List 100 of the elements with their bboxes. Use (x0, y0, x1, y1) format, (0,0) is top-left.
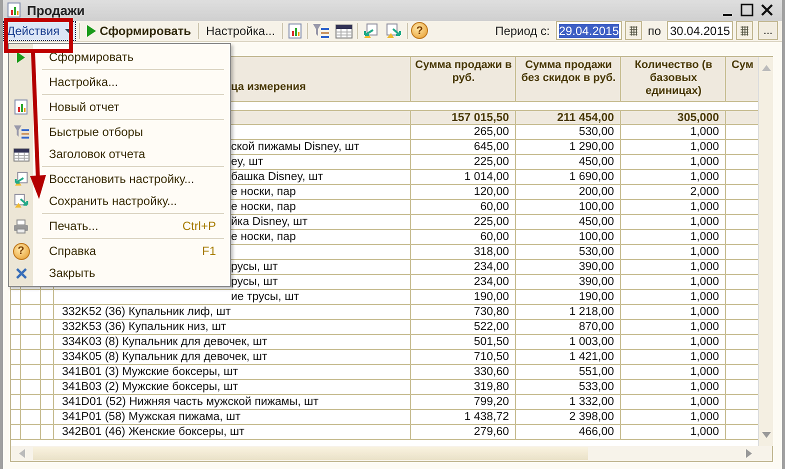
table-cell: 1 218,00 (569, 306, 614, 318)
help-icon: ? (12, 242, 30, 260)
table-cell: 341B03 (2) Мужские боксеры, шт (62, 381, 238, 393)
menu-item[interactable]: Закрыть (9, 262, 230, 284)
generate-button[interactable]: Сформировать (82, 20, 195, 41)
close-icon[interactable] (760, 3, 774, 18)
table-cell: 332K52 (36) Купальник лиф, шт (62, 306, 231, 318)
menu-item[interactable]: Восстановить настройку... (9, 168, 230, 190)
table-cell: 799,20 (474, 396, 509, 408)
table-cell: 1,000 (690, 276, 719, 288)
highlight-frame (4, 18, 73, 53)
table-cell: 341D01 (52) Нижняя часть мужской пижамы, шт (62, 396, 318, 408)
menu-item[interactable]: Печать... Ctrl+P (9, 215, 230, 237)
help-icon[interactable]: ? (411, 22, 428, 40)
maximize-icon[interactable] (740, 3, 754, 18)
table-cell: 1,000 (690, 411, 719, 423)
table-cell: 1,000 (690, 351, 719, 363)
period-select-button[interactable]: ... (758, 21, 778, 40)
table-cell: 334K05 (8) Купальник для девочек, шт (62, 351, 268, 363)
report-icon (14, 99, 28, 115)
report-icon (7, 2, 21, 18)
calendar-icon[interactable] (624, 21, 642, 40)
table-cell: 190,00 (474, 291, 509, 303)
menu-item[interactable]: Быстрые отборы (9, 121, 230, 143)
table-cell: 265,00 (474, 126, 509, 138)
table-cell: русы, шт (231, 261, 278, 273)
menu-item[interactable]: ? Справка F1 (9, 240, 230, 262)
restore-settings-icon (12, 171, 30, 187)
table-cell: 330,60 (474, 366, 509, 378)
filter-icon[interactable] (312, 22, 330, 39)
table-cell: 341B01 (3) Мужские боксеры, шт (62, 366, 238, 378)
column-header: Сумма продажи в руб. (414, 59, 513, 85)
table-cell: йка Disney, шт (231, 216, 308, 228)
table-cell: ской пижамы Disney, шт (231, 141, 360, 153)
table-cell: 318,00 (474, 246, 509, 258)
table-cell: 1,000 (690, 126, 719, 138)
table-cell: 1 003,00 (569, 336, 614, 348)
save-settings-icon[interactable] (385, 22, 404, 39)
date-from-field[interactable]: 29.04.2015 (556, 21, 622, 40)
table-cell: 279,60 (474, 426, 509, 438)
table-cell: 551,00 (578, 366, 614, 378)
menu-item[interactable]: Сохранить настройку... (9, 190, 230, 212)
table-cell: 234,00 (474, 276, 509, 288)
calendar-icon[interactable] (736, 21, 753, 40)
table-cell: 234,00 (474, 261, 509, 273)
scroll-right-icon[interactable] (746, 449, 752, 458)
menu-item[interactable]: Заголовок отчета (9, 143, 230, 165)
table-cell: русы, шт (231, 276, 278, 288)
table-cell: 1 014,00 (464, 171, 509, 183)
table-cell: 60,00 (480, 231, 509, 243)
report-icon[interactable] (287, 22, 304, 39)
table-cell: 530,00 (578, 126, 614, 138)
table-cell: 1,000 (690, 201, 719, 213)
total-cell: 305,000 (677, 112, 719, 124)
table-cell: 450,00 (578, 216, 614, 228)
table-cell: 332K53 (36) Купальник низ, шт (62, 321, 226, 333)
total-cell: 211 454,00 (557, 112, 614, 124)
table-cell: 533,00 (578, 381, 614, 393)
menu-item[interactable]: Настройка... (9, 71, 230, 93)
table-cell: 870,00 (578, 321, 614, 333)
table-cell: 100,00 (578, 231, 614, 243)
menu-item[interactable]: Сформировать (9, 46, 230, 68)
table-cell: 1 290,00 (569, 141, 614, 153)
table-cell: 319,80 (474, 381, 509, 393)
table-cell: 1,000 (690, 141, 719, 153)
table-cell: 1 332,00 (569, 396, 614, 408)
menu-item[interactable]: Новый отчет (9, 96, 230, 118)
horizontal-scrollbar[interactable] (10, 446, 773, 462)
table-cell: 1,000 (690, 291, 719, 303)
table-cell: е носки, пар (231, 231, 296, 243)
vertical-scrollbar[interactable] (758, 57, 773, 446)
play-icon (86, 24, 96, 37)
table-cell: 645,00 (474, 141, 509, 153)
column-header: ца измерения (231, 81, 306, 93)
table-cell: 522,00 (474, 321, 509, 333)
column-header: Количество (в базовых единицах) (634, 59, 714, 98)
total-cell: 157 015,50 (451, 112, 509, 124)
settings-button[interactable]: Настройка... (202, 20, 280, 41)
table-cell: 342B01 (46) Женские боксеры, шт (62, 426, 244, 438)
play-icon (17, 52, 25, 62)
table-cell: е носки, пар (231, 186, 296, 198)
printer-icon (13, 218, 29, 234)
table-cell: 530,00 (578, 246, 614, 258)
table-cell: 1,000 (690, 381, 719, 393)
close-icon (16, 268, 26, 278)
table-header-icon[interactable] (335, 22, 354, 39)
table-cell: 341P01 (58) Мужская пижама, шт (62, 411, 241, 423)
table-cell: 2,000 (690, 186, 719, 198)
window-title: Продажи (27, 2, 85, 18)
table-cell: ие трусы, шт (231, 291, 300, 303)
table-cell: 1,000 (690, 321, 719, 333)
caret-icon (64, 28, 72, 33)
filter-icon (12, 124, 30, 140)
table-cell: 466,00 (578, 426, 614, 438)
date-to-field[interactable]: 30.04.2015 (667, 21, 733, 40)
table-cell: 450,00 (578, 156, 614, 168)
table-cell: ey, шт (231, 156, 264, 168)
table-cell: 1,000 (690, 156, 719, 168)
scroll-down-icon[interactable] (762, 432, 770, 438)
restore-settings-icon[interactable] (362, 22, 380, 39)
